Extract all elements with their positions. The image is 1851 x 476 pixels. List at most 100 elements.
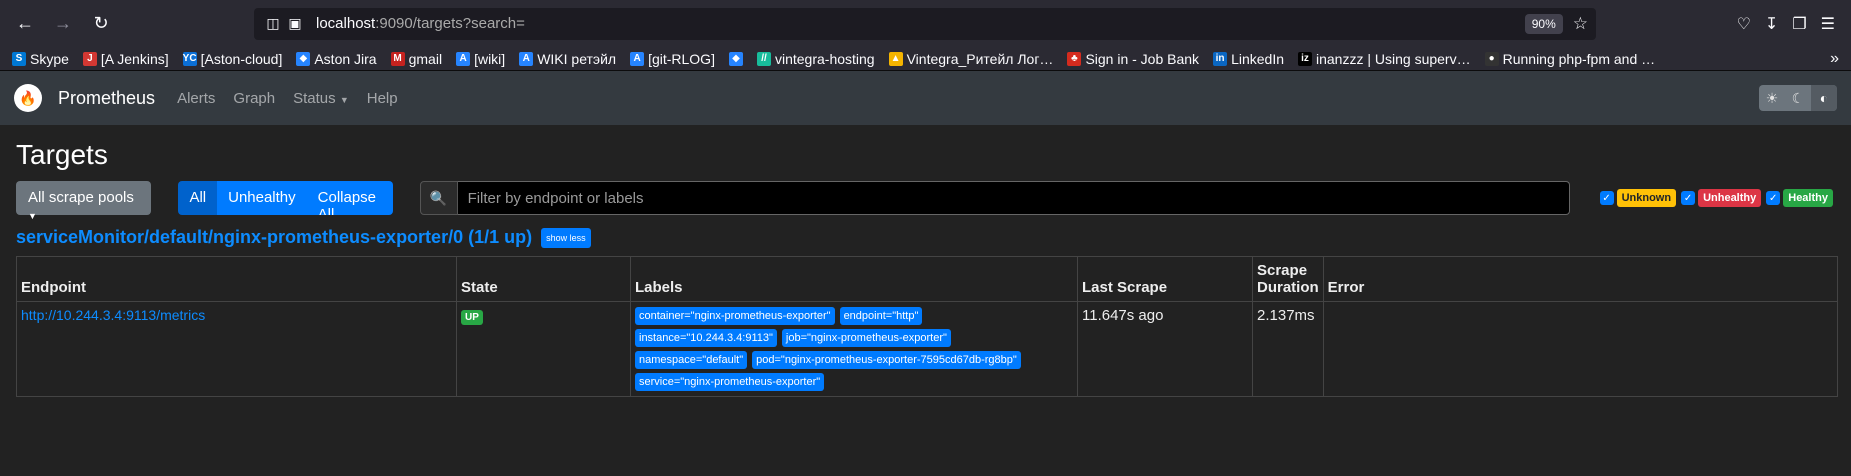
endpoint-link[interactable]: http://10.244.3.4:9113/metrics [21,307,205,323]
browser-toolbar: ← → ↻ ◫ ▣ localhost:9090/targets?search=… [0,0,1851,47]
col-last-scrape: Last Scrape [1077,256,1253,302]
bookmark-item[interactable]: A WIKI ретэйл [519,51,616,67]
unhealthy-checkbox[interactable]: ✓ [1681,191,1696,205]
bookmark-item[interactable]: //vintegra-hosting [756,50,875,67]
bookmark-item[interactable]: S Skype [12,51,69,67]
menu-icon[interactable]: ☰ [1821,14,1835,34]
bookmark-item[interactable]: YC [Aston-cloud] [182,51,282,67]
url-text[interactable]: localhost:9090/targets?search= [316,15,1525,32]
pocket-icon[interactable]: ♡ [1737,14,1751,34]
unhealthy-button[interactable]: Unhealthy [217,181,307,215]
bookmark-item[interactable]: J [A Jenkins] [82,50,169,67]
bookmark-item[interactable]: Mgmail [390,50,443,67]
healthy-checkbox[interactable]: ✓ [1766,191,1781,205]
auto-theme-icon[interactable]: ◐ [1811,85,1837,111]
label-badge: endpoint="http" [839,307,923,325]
label-badge: namespace="default" [635,351,748,369]
all-button[interactable]: All [178,181,218,215]
light-theme-icon[interactable]: ☀ [1759,85,1785,111]
bookmark-item[interactable]: in LinkedIn [1213,51,1284,67]
nav-graph[interactable]: Graph [233,90,275,107]
label-badge: service="nginx-prometheus-exporter" [635,373,825,391]
collapse-all-button[interactable]: Collapse All [306,181,393,215]
prometheus-logo-icon[interactable]: 🔥 [14,84,42,112]
bookmark-item[interactable]: ◆ [728,51,743,66]
label-badge: instance="10.244.3.4:9113" [635,329,777,347]
search-input[interactable] [457,181,1570,215]
bookmark-item[interactable]: ● Running php-fpm and … [1484,51,1655,67]
bookmark-label: [git-RLOG] [648,50,715,67]
bookmark-label: [wiki] [474,50,506,67]
bookmark-label: gmail [408,50,443,67]
pool-title-link[interactable]: serviceMonitor/default/nginx-prometheus-… [16,227,532,248]
health-filters: ✓ Unknown ✓ Unhealthy ✓ Healthy [1599,189,1835,207]
labels-list: container="nginx-prometheus-exporter" end… [635,307,1055,391]
bookmark-item[interactable]: ♣ Sign in - Job Bank [1067,51,1199,67]
nav-help[interactable]: Help [367,90,398,107]
confluence-icon: A [456,51,471,66]
bookmark-item[interactable]: iz inanzzz | Using superv… [1298,51,1471,67]
pool-header: serviceMonitor/default/nginx-prometheus-… [16,227,1835,248]
url-bar[interactable]: ◫ ▣ localhost:9090/targets?search= 90% ☆ [254,7,1596,40]
nav-alerts[interactable]: Alerts [177,90,215,107]
iz-icon: iz [1298,51,1312,66]
brand[interactable]: Prometheus [58,88,155,109]
skype-icon: S [12,51,26,66]
unknown-badge: Unknown [1616,189,1677,207]
github-icon: ● [1484,51,1499,66]
more-bookmarks-icon[interactable]: » [1830,50,1839,68]
nav-status[interactable]: Status ▼ [293,90,349,107]
prometheus-navbar: 🔥 Prometheus Alerts Graph Status ▼ Help … [0,71,1851,125]
bookmark-item[interactable]: A [wiki] [456,51,505,67]
jira-icon: ◆ [728,51,743,66]
bookmark-label: inanzzz | Using superv… [1316,50,1471,67]
search-group: 🔍 [419,181,1570,215]
bookmark-label: [A Jenkins] [100,50,169,67]
filter-button-group: All Unhealthy Collapse All [178,181,393,215]
jenkins-icon: J [82,51,97,66]
bookmark-label: Skype [30,50,69,67]
theme-toggle: ☀ ☾ ◐ [1759,85,1837,111]
reload-icon[interactable]: ↻ [86,9,116,39]
dark-theme-icon[interactable]: ☾ [1785,85,1811,111]
col-scrape-duration: Scrape Duration [1252,256,1324,302]
forward-icon[interactable]: → [48,9,78,39]
shield-icon[interactable]: ◫ [262,15,284,32]
bookmark-star-icon[interactable]: ☆ [1573,14,1588,34]
label-badge: container="nginx-prometheus-exporter" [635,307,835,325]
bookmark-item[interactable]: A [git-RLOG] [630,51,715,67]
last-scrape-value: 11.647s ago [1077,301,1253,397]
main-content: Targets All scrape pools ▼ All Unhealthy… [0,125,1851,476]
bookmark-item[interactable]: ▲ Vintegra_Ритейл Лог… [888,51,1053,67]
error-value [1322,301,1839,397]
state-badge: UP [461,310,483,325]
bookmark-item[interactable]: ◆ Aston Jira [296,50,377,67]
page-info-icon[interactable]: ▣ [284,15,306,32]
col-scrape-duration-line2: Duration [1257,279,1319,296]
bookmark-label: Aston Jira [314,50,377,67]
extensions-icon[interactable]: ❐ [1792,14,1806,34]
page-title: Targets [16,139,108,170]
bitbucket-icon: A [630,51,645,66]
col-scrape-duration-line1: Scrape [1257,262,1308,279]
caret-down-icon: ▼ [28,211,37,221]
bookmark-label: vintegra-hosting [774,50,875,67]
unknown-checkbox[interactable]: ✓ [1599,191,1614,205]
back-icon[interactable]: ← [10,9,40,39]
scrape-pool-dropdown[interactable]: All scrape pools ▼ [16,181,152,221]
table-row: http://10.244.3.4:9113/metrics UP contai… [16,301,1839,397]
drive-icon: ▲ [888,51,903,66]
downloads-icon[interactable]: ↧ [1765,14,1778,34]
bookmarks-bar: S Skype J [A Jenkins] YC [Aston-cloud] ◆ Aston … [0,47,1851,71]
show-less-button[interactable]: show less [541,227,591,248]
col-endpoint: Endpoint [16,256,457,302]
linkedin-icon: in [1213,51,1228,66]
yc-icon: YC [182,51,197,66]
scrape-duration-value: 2.137ms [1252,301,1324,397]
maple-leaf-icon: ♣ [1067,51,1082,66]
gmail-icon: M [390,51,405,66]
healthy-badge: Healthy [1783,189,1833,207]
zoom-level[interactable]: 90% [1524,13,1563,34]
unhealthy-badge: Unhealthy [1698,189,1762,207]
table-header-row: Endpoint State Labels Last Scrape Scrape… [16,256,1839,302]
